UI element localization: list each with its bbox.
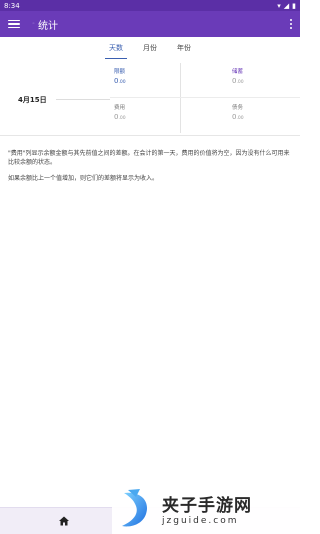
debt-value: 0.00 bbox=[232, 113, 244, 121]
wifi-icon: ▾ bbox=[277, 1, 281, 10]
savings-label: 储蓄 bbox=[232, 69, 244, 75]
debt-decimals: .00 bbox=[236, 116, 244, 121]
app-bar: ◦ 统计 bbox=[0, 11, 300, 37]
expense-decimals: .00 bbox=[118, 116, 126, 121]
balance-decimals: .00 bbox=[118, 80, 126, 85]
savings-decimals: .00 bbox=[236, 80, 244, 85]
info-paragraph: "费用"列显示余额金额与其先前值之间的差额。在会计的第一天，费用的价值将为空，因… bbox=[8, 150, 290, 166]
watermark-text: 夹子手游网 jzguide.com bbox=[162, 491, 252, 526]
divider bbox=[180, 63, 181, 133]
tab-years[interactable]: 年份 bbox=[173, 40, 195, 56]
expense-value: 0.00 bbox=[114, 113, 126, 121]
status-icons: ▾ ◢ ▮ bbox=[277, 2, 296, 10]
stats-panel: 4月15日 限额 0.00 储蓄 0.00 费用 0.00 债务 0.00 bbox=[0, 59, 300, 136]
info-paragraph: 如果余额比上一个值增加，则它们的差额将显示为收入。 bbox=[8, 175, 159, 182]
expense-label: 费用 bbox=[114, 105, 126, 111]
title-wrap: ◦ 统计 bbox=[32, 17, 58, 32]
info-text: "费用"列显示余额金额与其先前值之间的差额。在会计的第一天，费用的价值将为空，因… bbox=[8, 149, 292, 190]
page-title: 统计 bbox=[37, 20, 58, 32]
debt-label: 债务 bbox=[232, 105, 244, 111]
signal-icon: ◢ bbox=[283, 1, 290, 10]
status-time: 8:34 bbox=[4, 1, 20, 10]
battery-icon: ▮ bbox=[292, 1, 296, 10]
savings-value: 0.00 bbox=[232, 77, 244, 85]
watermark-sub: jzguide.com bbox=[162, 516, 239, 526]
watermark-main: 夹子手游网 bbox=[162, 496, 252, 516]
date-label: 4月15日 bbox=[18, 96, 47, 104]
title-prefix: ◦ bbox=[32, 21, 35, 27]
balance-cell[interactable]: 限额 0.00 bbox=[114, 67, 126, 85]
watermark: 夹子手游网 jzguide.com bbox=[112, 483, 300, 534]
balance-value: 0.00 bbox=[114, 77, 126, 85]
more-options-icon[interactable] bbox=[289, 19, 292, 29]
tab-months[interactable]: 月份 bbox=[139, 40, 161, 56]
divider bbox=[56, 99, 110, 100]
tab-days[interactable]: 天数 bbox=[105, 40, 127, 59]
menu-icon[interactable] bbox=[8, 19, 20, 29]
status-bar: 8:34 ▾ ◢ ▮ bbox=[0, 0, 300, 11]
watermark-logo-icon bbox=[122, 488, 148, 526]
divider bbox=[110, 97, 300, 98]
home-icon[interactable] bbox=[58, 515, 70, 527]
debt-cell[interactable]: 债务 0.00 bbox=[232, 103, 244, 121]
savings-cell[interactable]: 储蓄 0.00 bbox=[232, 67, 244, 85]
expense-cell[interactable]: 费用 0.00 bbox=[114, 103, 126, 121]
balance-label: 限额 bbox=[114, 69, 126, 75]
period-tabs: 天数 月份 年份 bbox=[0, 37, 300, 59]
